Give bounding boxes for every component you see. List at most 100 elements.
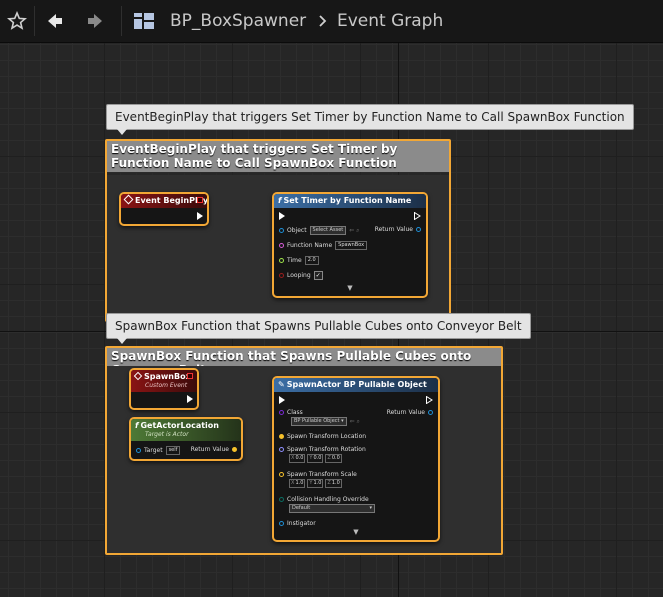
axis-label: Z (327, 480, 331, 486)
byte-pin-icon (279, 497, 284, 502)
node-set-timer[interactable]: f Set Timer by Function Name Object Selec… (272, 192, 428, 298)
expand-arrow-icon[interactable]: ▼ (274, 284, 426, 292)
comment-bubble-spawn-box[interactable]: SpawnBox Function that Spawns Pullable C… (106, 313, 531, 344)
collision-handling-pin[interactable]: Collision Handling Override (279, 496, 369, 503)
exec-pin-icon (414, 212, 421, 220)
chevron-down-icon: ▾ (369, 505, 372, 511)
return-value-pin[interactable]: Return Value (375, 226, 421, 233)
node-title: Event BeginPlay (121, 194, 207, 208)
node-title-label: Set Timer by Function Name (283, 196, 412, 205)
exec-out-pin[interactable] (187, 395, 193, 403)
class-pin[interactable]: Class (279, 409, 303, 416)
exec-out-pin[interactable] (426, 396, 433, 404)
spawn-transform-scale-pin[interactable]: Spawn Transform Scale (279, 471, 357, 478)
object-pin[interactable]: Object Select Asset ⇐ ⌕ (279, 226, 360, 235)
pin-label: Collision Handling Override (287, 496, 369, 503)
exec-pin-icon (279, 212, 285, 220)
pin-label: Spawn Transform Scale (287, 471, 357, 478)
rotation-y-input[interactable]: 0.0 (313, 455, 321, 461)
asset-picker[interactable]: Select Asset (309, 226, 347, 235)
pin-label: Spawn Transform Rotation (287, 446, 366, 453)
rotation-z-input[interactable]: 0.0 (332, 455, 340, 461)
node-title: f Set Timer by Function Name (274, 194, 426, 208)
rotation-x-input[interactable]: 0.0 (295, 455, 303, 461)
function-icon: f (135, 421, 139, 430)
spawn-transform-location-pin[interactable]: Spawn Transform Location (279, 433, 366, 440)
node-spawnbox-event[interactable]: SpawnBox Custom Event (129, 368, 199, 410)
pin-label: Return Value (386, 409, 425, 416)
target-pin[interactable]: Target self (136, 446, 181, 455)
node-title: f GetActorLocation Target is Actor (131, 419, 241, 441)
instigator-pin[interactable]: Instigator (279, 520, 316, 527)
scale-x-input[interactable]: 1.0 (295, 480, 303, 486)
pin-label: Target (144, 447, 163, 454)
event-diamond-icon (133, 371, 143, 381)
function-name-pin[interactable]: Function Name SpawnBox (279, 241, 368, 250)
delegate-pin-icon[interactable] (197, 197, 203, 203)
exec-out-pin[interactable] (197, 212, 203, 220)
function-icon: f (278, 196, 282, 205)
expand-arrow-icon[interactable]: ▼ (274, 528, 438, 536)
rotation-fields[interactable]: X0.0 Y0.0 Z0.0 (289, 454, 342, 463)
struct-pin-icon (416, 227, 421, 232)
class-pin-icon (279, 410, 284, 415)
exec-in-pin[interactable] (279, 396, 285, 404)
float-pin-icon (279, 258, 284, 263)
delegate-pin-icon[interactable] (187, 373, 193, 379)
scale-y-input[interactable]: 1.0 (313, 480, 321, 486)
object-pin-icon (136, 448, 141, 453)
pin-label: Return Value (374, 226, 413, 233)
scale-fields[interactable]: X1.0 Y1.0 Z1.0 (289, 479, 342, 488)
class-picker[interactable]: BP Pullable Object ▾ (291, 417, 347, 426)
exec-pin-icon (187, 395, 193, 403)
node-title-label: SpawnBox (144, 372, 191, 381)
pin-label: Time (287, 257, 302, 264)
exec-pin-icon (197, 212, 203, 220)
node-title-label: GetActorLocation (140, 421, 219, 430)
scale-z-input[interactable]: 1.0 (332, 480, 340, 486)
looping-checkbox[interactable]: ✓ (313, 271, 323, 280)
looping-pin[interactable]: Looping ✓ (279, 271, 323, 280)
axis-label: X (291, 480, 295, 486)
axis-label: Y (309, 455, 313, 461)
node-title-label: SpawnActor BP Pullable Object (286, 380, 427, 389)
exec-out-pin[interactable] (414, 212, 421, 220)
exec-pin-icon (279, 396, 285, 404)
name-pin-icon (279, 243, 284, 248)
node-subtitle: Target is Actor (145, 431, 189, 438)
vector-pin-icon (279, 434, 284, 439)
object-pin-icon (279, 521, 284, 526)
node-spawn-actor[interactable]: ✎ SpawnActor BP Pullable Object Class BP … (272, 376, 440, 542)
axis-label: Y (309, 480, 313, 486)
function-name-input[interactable]: SpawnBox (335, 241, 368, 250)
exec-in-pin[interactable] (279, 212, 285, 220)
pin-label: Looping (287, 272, 311, 279)
time-pin[interactable]: Time 2.0 (279, 256, 319, 265)
node-subtitle: Custom Event (145, 382, 188, 389)
node-get-actor-location[interactable]: f GetActorLocation Target is Actor Target… (129, 417, 243, 461)
browse-icon[interactable]: ⇐ ⌕ (350, 418, 360, 426)
spawn-actor-icon: ✎ (278, 380, 285, 389)
return-value-pin[interactable]: Return Value (191, 446, 237, 453)
pin-label: Class (287, 409, 303, 416)
spawn-transform-rotation-pin[interactable]: Spawn Transform Rotation (279, 446, 366, 453)
pin-label: Return Value (190, 446, 229, 453)
collision-dropdown-row[interactable]: Default ▾ (289, 504, 375, 513)
axis-label: X (291, 455, 295, 461)
pin-label: Function Name (287, 242, 333, 249)
target-input[interactable]: self (165, 446, 181, 455)
return-value-pin[interactable]: Return Value (387, 409, 433, 416)
axis-label: Z (327, 455, 331, 461)
vector-pin-icon (232, 447, 237, 452)
comment-title-begin-play: EventBeginPlay that triggers Set Timer b… (107, 141, 449, 172)
comment-bubble-begin-play[interactable]: EventBeginPlay that triggers Set Timer b… (106, 104, 634, 135)
node-event-begin-play[interactable]: Event BeginPlay (119, 192, 209, 226)
class-picker-row[interactable]: BP Pullable Object ▾ ⇐ ⌕ (291, 417, 360, 426)
collision-dropdown[interactable]: Default ▾ (289, 504, 375, 513)
collision-value: Default (292, 505, 311, 511)
pin-label: Object (287, 227, 307, 234)
browse-icon[interactable]: ⇐ ⌕ (349, 227, 359, 235)
time-input[interactable]: 2.0 (304, 256, 319, 265)
rotator-pin-icon (279, 447, 284, 452)
bool-pin-icon (279, 273, 284, 278)
